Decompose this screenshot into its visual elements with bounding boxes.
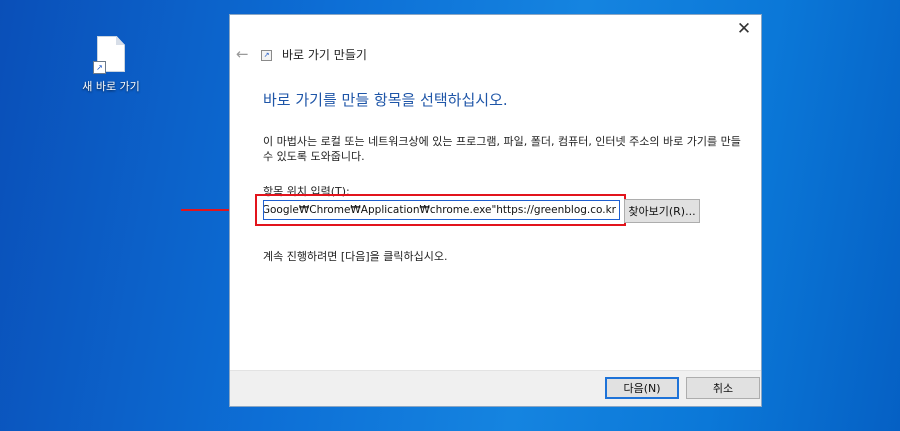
wizard-description: 이 마법사는 로컬 또는 네트워크상에 있는 프로그램, 파일, 폴더, 컴퓨터… <box>263 135 741 163</box>
continue-instruction: 계속 진행하려면 [다음]을 클릭하십시오. <box>263 250 448 263</box>
next-button[interactable]: 다음(N) <box>605 377 679 399</box>
shortcut-arrow-icon: ↗ <box>93 61 106 74</box>
main-instruction: 바로 가기를 만들 항목을 선택하십시오. <box>263 91 508 109</box>
back-arrow-icon[interactable]: ← <box>236 45 249 63</box>
annotation-highlight-box <box>255 194 626 226</box>
desktop-shortcut-label: 새 바로 가기 <box>82 80 140 93</box>
desktop-shortcut[interactable]: ↗ 새 바로 가기 <box>74 36 148 94</box>
close-icon[interactable]: ✕ <box>735 20 753 38</box>
shortcut-arrow-icon: ↗ <box>261 50 272 61</box>
file-icon: ↗ <box>93 36 125 74</box>
browse-button[interactable]: 찾아보기(R)... <box>624 199 700 223</box>
dialog-title: 바로 가기 만들기 <box>282 48 367 62</box>
create-shortcut-dialog: ✕ ← ↗ 바로 가기 만들기 바로 가기를 만들 항목을 선택하십시오. 이 … <box>229 14 762 407</box>
cancel-button[interactable]: 취소 <box>686 377 760 399</box>
button-bar: 다음(N) 취소 <box>230 370 761 406</box>
